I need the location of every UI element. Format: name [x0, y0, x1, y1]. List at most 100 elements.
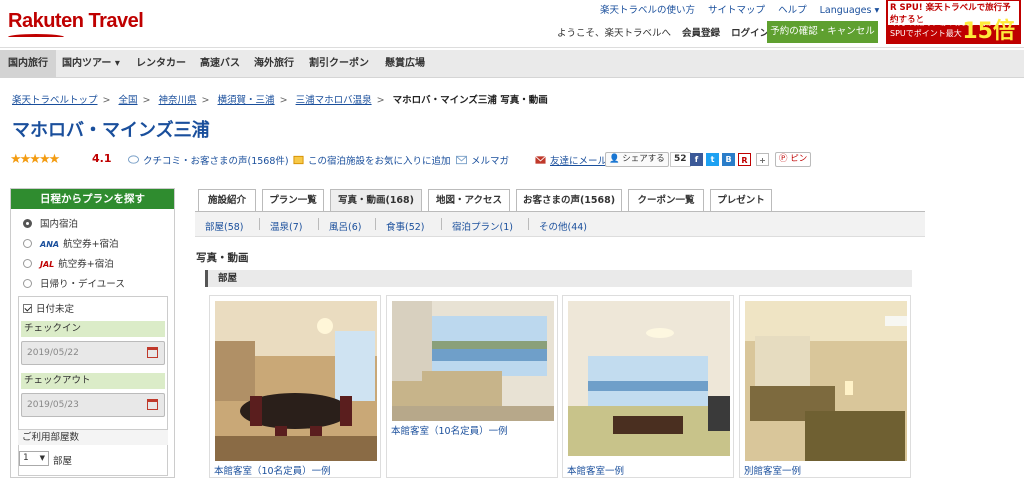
top-links: 楽天トラベルの使い方 サイトマップ ヘルプ Languages ▾	[600, 2, 889, 16]
rooms-label: ご利用部屋数	[18, 429, 168, 445]
favorite-link[interactable]: この宿泊施設をお気に入りに追加	[293, 153, 451, 167]
login-link[interactable]: ログイン	[731, 28, 769, 39]
radio-button[interactable]	[23, 219, 32, 228]
nav-prize[interactable]: 懸賞広場	[377, 50, 433, 78]
share-count: 52	[670, 152, 691, 167]
breadcrumb-top[interactable]: 楽天トラベルトップ	[12, 95, 98, 106]
spu-banner-big: 15倍	[962, 19, 1015, 44]
checkin-input[interactable]: 2019/05/22	[21, 341, 165, 365]
reservation-check-button[interactable]: 予約の確認・キャンセル	[767, 21, 878, 43]
photo-card[interactable]: 別館客室一例	[739, 295, 911, 478]
section-title: 写真・動画	[196, 252, 249, 264]
twitter-icon[interactable]: t	[706, 153, 719, 166]
subtab-divider	[375, 218, 376, 230]
rating-value: 4.1	[92, 152, 112, 165]
radio-button[interactable]	[23, 239, 32, 248]
welcome-area: ようこそ、楽天トラベルへ 会員登録 ログイン	[557, 25, 769, 39]
photo-card[interactable]: 本館客室（10名定員）一例	[209, 295, 381, 478]
howto-link[interactable]: 楽天トラベルの使い方	[600, 5, 695, 16]
subtab-plans[interactable]: 宿泊プラン(1)	[452, 219, 513, 233]
breadcrumb-kanagawa[interactable]: 神奈川県	[159, 95, 197, 106]
nav-overseas[interactable]: 海外旅行	[246, 50, 302, 78]
hatena-icon[interactable]: B	[722, 153, 735, 166]
radio-jal-flight-stay[interactable]: JAL 航空券+宿泊	[23, 256, 114, 270]
sitemap-link[interactable]: サイトマップ	[708, 5, 765, 16]
room-photo[interactable]	[215, 301, 377, 461]
photo-card[interactable]: 本館客室一例	[562, 295, 734, 478]
languages-dropdown[interactable]: Languages ▾	[820, 5, 880, 16]
radio-ana-flight-stay[interactable]: ANA 航空券+宿泊	[23, 236, 119, 250]
envelope-icon	[535, 155, 546, 164]
plan-search-sidebar: 日程からプランを探す 国内宿泊 ANA 航空券+宿泊 JAL 航空券+宿泊 日帰り・…	[10, 188, 175, 478]
breadcrumb-all[interactable]: 全国	[119, 95, 138, 106]
help-link[interactable]: ヘルプ	[778, 5, 807, 16]
nav-domestic[interactable]: 国内旅行	[0, 50, 56, 78]
share-icon: 👤	[609, 154, 620, 164]
review-link[interactable]: クチコミ・お客さまの声(1568件)	[128, 153, 289, 167]
subtab-divider	[318, 218, 319, 230]
spu-banner[interactable]: R SPU! 楽天トラベルで旅行予約すると 今月の楽天市場のお買い物が SPUで…	[886, 0, 1021, 44]
date-panel: 日付未定 チェックイン 2019/05/22 チェックアウト 2019/05/2…	[18, 296, 168, 476]
photo-caption[interactable]: 本館客室一例	[567, 463, 624, 477]
nav-coupon[interactable]: 割引クーポン	[301, 50, 377, 78]
radio-button[interactable]	[23, 259, 32, 268]
hotel-info-row: ★★★★★ 4.1 クチコミ・お客さまの声(1568件) この宿泊施設をお気に入…	[10, 152, 1010, 168]
room-photo[interactable]	[568, 301, 730, 456]
rooms-select[interactable]: 1 ▼	[19, 451, 49, 466]
nav-rentacar[interactable]: レンタカー	[128, 50, 194, 78]
share-button[interactable]: 👤 シェアする	[605, 152, 669, 167]
checkout-input[interactable]: 2019/05/23	[21, 393, 165, 417]
bookmark-icon	[293, 155, 304, 165]
jal-logo-icon: JAL	[40, 260, 55, 269]
radio-domestic-stay[interactable]: 国内宿泊	[23, 216, 78, 230]
member-register-link[interactable]: 会員登録	[682, 28, 720, 39]
nav-highway-bus[interactable]: 高速バス	[192, 50, 248, 78]
rakuten-travel-logo[interactable]: Rakuten Travel	[8, 10, 144, 37]
tab-photos[interactable]: 写真・動画(168)	[330, 189, 422, 211]
tab-present[interactable]: プレゼント	[710, 189, 772, 211]
room-photo[interactable]	[745, 301, 907, 461]
mail-friend-link[interactable]: 友達にメール	[535, 153, 607, 167]
calendar-icon[interactable]	[147, 399, 158, 410]
room-photo[interactable]	[392, 301, 554, 421]
breadcrumb: 楽天トラベルトップ > 全国 > 神奈川県 > 横須賀・三浦 > 三浦マホロバ温泉 > マ…	[12, 95, 548, 106]
tab-plans[interactable]: プラン一覧	[262, 189, 324, 211]
sidebar-title: 日程からプランを探す	[11, 189, 174, 209]
top-header: Rakuten Travel 楽天トラベルの使い方 サイトマップ ヘルプ Lan…	[0, 0, 1024, 48]
subtab-rooms[interactable]: 部屋(58)	[205, 219, 244, 233]
checkbox[interactable]	[23, 304, 32, 313]
tab-reviews[interactable]: お客さまの声(1568)	[516, 189, 622, 211]
pinterest-button[interactable]: Ⓟ ピン	[775, 152, 812, 167]
subtab-onsen[interactable]: 温泉(7)	[270, 219, 302, 233]
subtab-meals[interactable]: 食事(52)	[386, 219, 425, 233]
speech-bubble-icon	[128, 155, 139, 164]
facebook-icon[interactable]: f	[690, 153, 703, 166]
subtab-bath[interactable]: 風呂(6)	[329, 219, 361, 233]
nav-domestic-tour[interactable]: 国内ツアー ▾	[54, 50, 128, 78]
photo-card[interactable]: 本館客室（10名定員）一例	[386, 295, 558, 478]
date-undecided-checkbox[interactable]: 日付未定	[23, 301, 74, 315]
radio-day-use[interactable]: 日帰り・デイユース	[23, 276, 125, 290]
rakuten-icon[interactable]: R	[738, 153, 751, 166]
subtab-divider	[441, 218, 442, 230]
tab-map[interactable]: 地図・アクセス	[428, 189, 510, 211]
welcome-text: ようこそ、楽天トラベルへ	[557, 28, 672, 39]
rooms-unit: 部屋	[53, 456, 73, 467]
mailmag-link[interactable]: メルマガ	[456, 153, 509, 167]
photo-category-subtabs: 部屋(58) 温泉(7) 風呂(6) 食事(52) 宿泊プラン(1) その他(4…	[195, 211, 925, 237]
page-title: マホロバ・マインズ三浦	[12, 120, 210, 141]
photo-caption[interactable]: 本館客室（10名定員）一例	[391, 423, 508, 437]
tab-coupons[interactable]: クーポン一覧	[628, 189, 704, 211]
checkout-label: チェックアウト	[21, 373, 165, 389]
photo-caption[interactable]: 別館客室一例	[744, 463, 801, 477]
calendar-icon[interactable]	[147, 347, 158, 358]
photo-caption[interactable]: 本館客室（10名定員）一例	[214, 463, 331, 477]
tab-facility[interactable]: 施設紹介	[198, 189, 256, 211]
breadcrumb-onsen[interactable]: 三浦マホロバ温泉	[296, 95, 372, 106]
category-heading: 部屋	[205, 270, 912, 287]
checkin-label: チェックイン	[21, 321, 165, 337]
subtab-other[interactable]: その他(44)	[539, 219, 587, 233]
radio-button[interactable]	[23, 279, 32, 288]
plus-icon[interactable]: +	[756, 153, 769, 166]
breadcrumb-yokosuka[interactable]: 横須賀・三浦	[218, 95, 275, 106]
